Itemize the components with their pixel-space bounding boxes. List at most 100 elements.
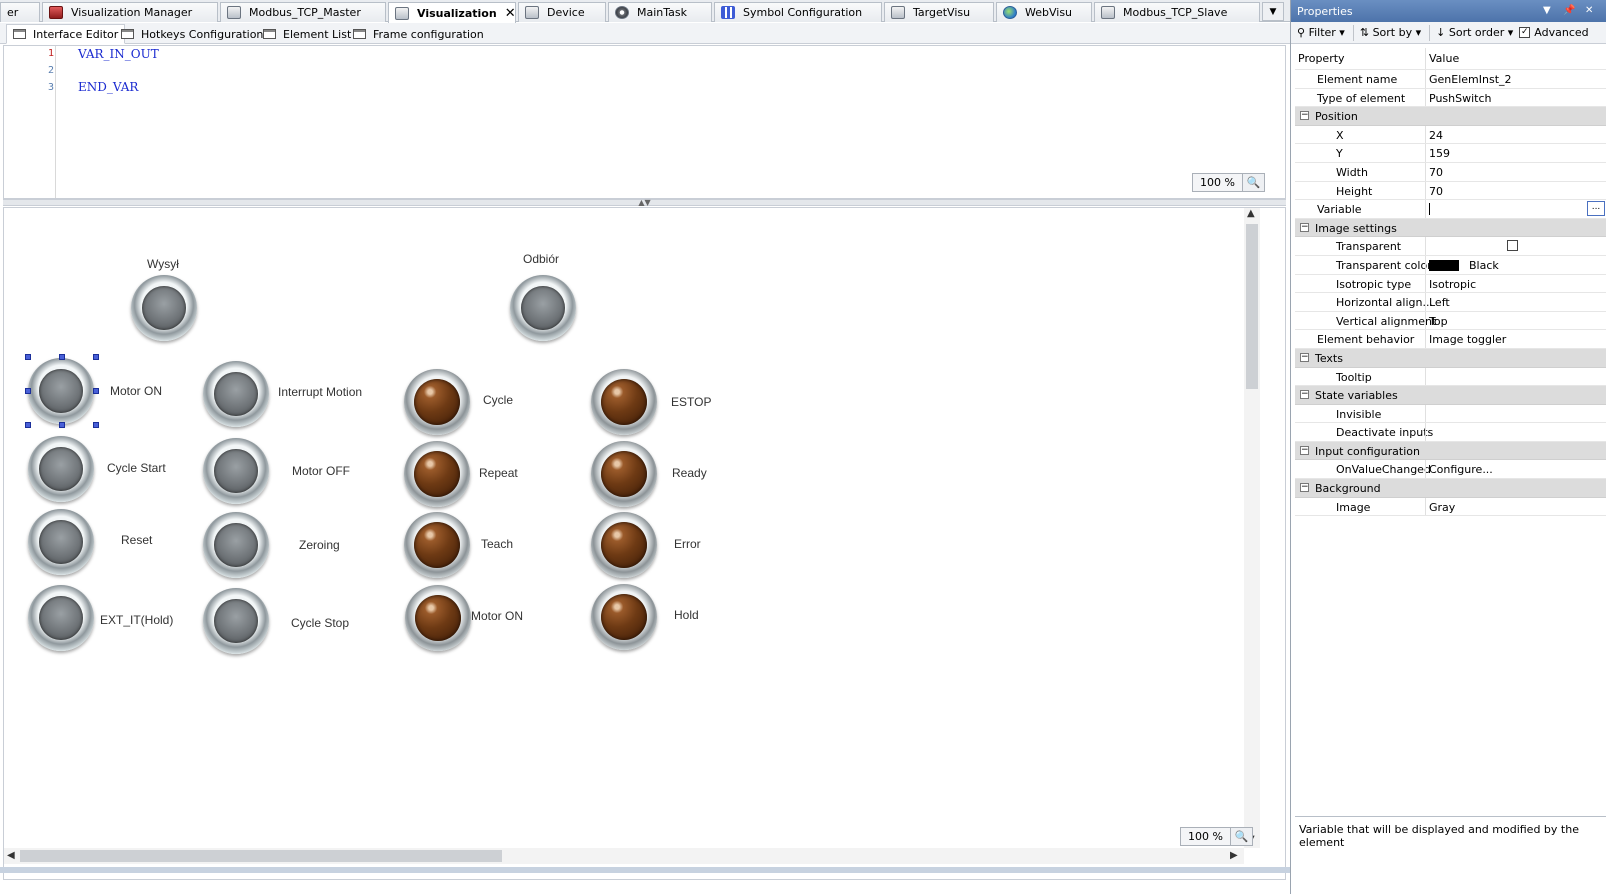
lamp-hold[interactable] — [591, 584, 657, 650]
property-group-position[interactable]: − Position — [1295, 107, 1606, 126]
doc-tab-maintask[interactable]: MainTask — [608, 2, 712, 22]
collapse-icon[interactable]: − — [1300, 222, 1309, 232]
doc-tab-0[interactable]: er — [0, 2, 40, 22]
property-group-input-configuration[interactable]: − Input configuration — [1295, 441, 1606, 461]
doc-tab-modbus-tcp-slave[interactable]: Modbus_TCP_Slave — [1094, 2, 1260, 22]
doc-tab-symbol-configuration[interactable]: Symbol Configuration — [714, 2, 882, 22]
pushswitch-cycle-stop[interactable] — [203, 588, 269, 654]
pane-menu-icon[interactable]: ▼ — [1543, 5, 1551, 16]
lamp-estop[interactable] — [591, 369, 657, 435]
property-group-texts[interactable]: − Texts — [1295, 348, 1606, 368]
collapse-icon[interactable]: − — [1300, 352, 1309, 362]
tab-interface-editor[interactable]: Interface Editor — [6, 24, 126, 44]
close-icon[interactable]: ✕ — [1585, 5, 1593, 16]
property-row-element-behavior[interactable]: Element behavior Image toggler — [1295, 330, 1606, 349]
property-value[interactable]: Gray — [1429, 501, 1455, 514]
property-row-transparent-color[interactable]: Transparent color Black — [1295, 255, 1606, 275]
close-icon[interactable]: ✕ — [505, 7, 515, 20]
property-value[interactable]: Left — [1429, 296, 1450, 309]
property-row-image[interactable]: Image Gray — [1295, 497, 1606, 517]
pushswitch-motor-on-selected[interactable] — [28, 358, 94, 424]
pushswitch-wysyl[interactable] — [131, 275, 197, 341]
property-row-variable[interactable]: Variable ... — [1295, 200, 1606, 219]
zoom-level[interactable]: 100 % — [1180, 827, 1231, 846]
declaration-editor[interactable]: 1 2 3 VAR_IN_OUT END_VAR 100 % 🔍 — [3, 45, 1286, 199]
code-line[interactable]: VAR_IN_OUT — [78, 47, 159, 61]
horizontal-scroll-thumb[interactable] — [20, 850, 502, 862]
collapse-icon[interactable]: − — [1300, 390, 1309, 400]
tab-hotkeys-configuration[interactable]: Hotkeys Configuration — [114, 24, 270, 44]
property-value[interactable]: GenElemInst_2 — [1429, 73, 1512, 86]
lamp-motor-on[interactable] — [405, 585, 471, 651]
scroll-up-icon[interactable]: ▲ — [1247, 208, 1255, 219]
transparent-color-value[interactable]: Black — [1429, 259, 1499, 272]
property-row-deactivate-inputs[interactable]: Deactivate inputs — [1295, 423, 1606, 442]
pushswitch-reset[interactable] — [28, 509, 94, 575]
property-row-element-name[interactable]: Element name GenElemInst_2 — [1295, 70, 1606, 89]
property-value[interactable]: 70 — [1429, 185, 1443, 198]
doc-tab-modbus-tcp-master[interactable]: Modbus_TCP_Master — [220, 2, 386, 22]
scroll-left-icon[interactable]: ◀ — [7, 850, 15, 861]
property-row-y[interactable]: Y 159 — [1295, 144, 1606, 163]
filter-button[interactable]: ⚲ Filter ▾ — [1297, 26, 1345, 39]
doc-tab-visualization[interactable]: Visualization ✕ — [388, 2, 516, 23]
collapse-icon[interactable]: − — [1300, 445, 1309, 455]
code-line[interactable]: END_VAR — [78, 80, 138, 94]
property-row-type-of-element[interactable]: Type of element PushSwitch — [1295, 88, 1606, 108]
property-row-height[interactable]: Height 70 — [1295, 181, 1606, 201]
pushswitch-odbior[interactable] — [510, 275, 576, 341]
sort-order-button[interactable]: ↓ Sort order ▾ — [1436, 26, 1513, 39]
property-row-on-value-changed[interactable]: OnValueChanged Configure... — [1295, 460, 1606, 480]
lamp-teach[interactable] — [404, 512, 470, 578]
scroll-right-icon[interactable]: ▶ — [1230, 850, 1238, 861]
property-group-image-settings[interactable]: − Image settings — [1295, 218, 1606, 238]
property-row-width[interactable]: Width 70 — [1295, 162, 1606, 182]
property-row-x[interactable]: X 24 — [1295, 125, 1606, 145]
collapse-icon[interactable]: − — [1300, 111, 1309, 121]
variable-browse-button[interactable]: ... — [1587, 201, 1605, 217]
pushswitch-interrupt-motion[interactable] — [203, 361, 269, 427]
selection-handle[interactable] — [93, 354, 99, 360]
lamp-error[interactable] — [591, 512, 657, 578]
tab-element-list[interactable]: Element List — [256, 24, 358, 44]
vertical-scrollbar[interactable]: ▲ ▼ — [1244, 208, 1260, 848]
pushswitch-zeroing[interactable] — [203, 512, 269, 578]
selection-handle[interactable] — [59, 354, 65, 360]
advanced-toggle[interactable]: ✓ Advanced — [1519, 26, 1589, 39]
property-row-invisible[interactable]: Invisible — [1295, 404, 1606, 424]
pushswitch-cycle-start[interactable] — [28, 436, 94, 502]
horizontal-scrollbar[interactable]: ◀ ▶ — [4, 848, 1244, 864]
property-value[interactable]: Image toggler — [1429, 333, 1506, 346]
vertical-scroll-thumb[interactable] — [1246, 224, 1258, 389]
property-value[interactable]: Configure... — [1429, 463, 1493, 476]
sort-by-button[interactable]: ⇅ Sort by ▾ — [1360, 26, 1421, 39]
tab-overflow-dropdown[interactable]: ▼ — [1262, 2, 1284, 21]
lamp-cycle[interactable] — [404, 369, 470, 435]
doc-tab-visualization-manager[interactable]: Visualization Manager — [42, 2, 218, 22]
property-value[interactable]: Isotropic — [1429, 278, 1476, 291]
property-row-transparent[interactable]: Transparent — [1295, 237, 1606, 256]
doc-tab-device[interactable]: Device — [518, 2, 606, 22]
selection-handle[interactable] — [25, 388, 31, 394]
variable-input[interactable] — [1429, 203, 1430, 216]
zoom-icon[interactable]: 🔍 — [1242, 173, 1265, 192]
property-value[interactable]: 70 — [1429, 166, 1443, 179]
selection-handle[interactable] — [93, 422, 99, 428]
collapse-icon[interactable]: − — [1300, 483, 1309, 493]
visualization-canvas[interactable]: Wysył Odbiór Motor ON Cycle Start Reset … — [3, 207, 1286, 880]
property-value[interactable]: 159 — [1429, 147, 1450, 160]
selection-handle[interactable] — [59, 422, 65, 428]
selection-handle[interactable] — [25, 422, 31, 428]
pushswitch-ext-it-hold[interactable] — [28, 585, 94, 651]
lamp-repeat[interactable] — [404, 441, 470, 507]
property-row-vertical-alignment[interactable]: Vertical alignment Top — [1295, 311, 1606, 331]
property-value[interactable]: Top — [1429, 315, 1448, 328]
pin-icon[interactable]: 📌 — [1563, 5, 1575, 16]
advanced-checkbox[interactable]: ✓ — [1519, 27, 1531, 38]
zoom-level[interactable]: 100 % — [1192, 173, 1243, 192]
doc-tab-targetvisu[interactable]: TargetVisu — [884, 2, 994, 22]
property-value[interactable]: 24 — [1429, 129, 1443, 142]
zoom-icon[interactable]: 🔍 — [1230, 827, 1253, 846]
property-group-background[interactable]: − Background — [1295, 479, 1606, 498]
doc-tab-webvisu[interactable]: WebVisu — [996, 2, 1092, 22]
